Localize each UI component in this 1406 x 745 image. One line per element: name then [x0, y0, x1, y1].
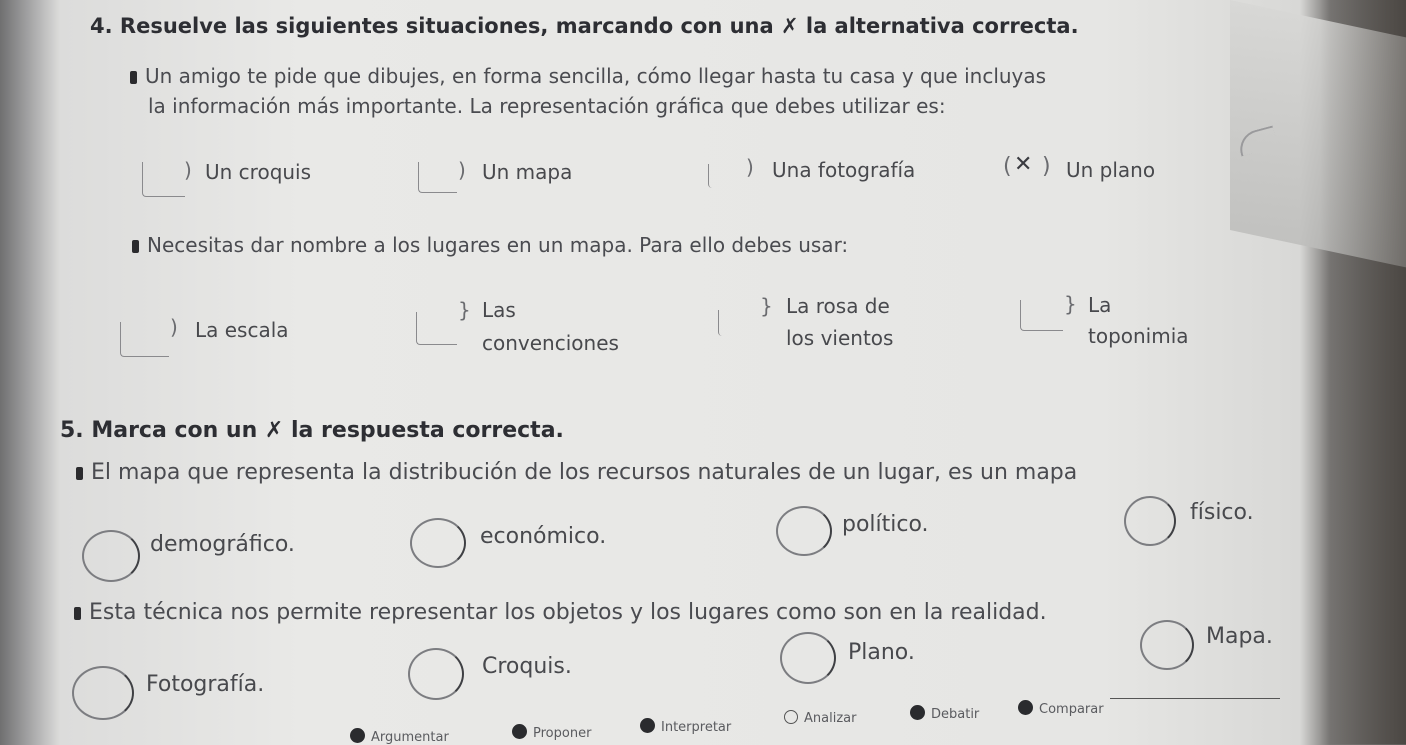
option-toponimia-line2: toponimia: [1088, 324, 1189, 348]
footer-skill-argumentar-label: Argumentar: [371, 730, 449, 745]
option-box-rosa[interactable]: [718, 310, 749, 336]
option-box-convenciones[interactable]: [416, 312, 457, 345]
option-box-escala-close: ): [170, 315, 178, 339]
bullet-icon: [132, 240, 139, 253]
option-box-mapa[interactable]: [418, 162, 457, 193]
section-4-q1-text-line2: la información más importante. La repres…: [148, 94, 946, 118]
section-5-heading: 5. Marca con un ✗ la respuesta correcta.: [60, 418, 564, 443]
skill-dot-icon: [784, 710, 798, 724]
option-mapa: Mapa.: [1206, 624, 1273, 649]
option-demografico: demográfico.: [150, 532, 295, 557]
section-4-q2-text: Necesitas dar nombre a los lugares en un…: [132, 233, 848, 257]
option-circle-mapa[interactable]: [1140, 620, 1194, 670]
option-fotografia: Fotografía.: [146, 672, 265, 697]
footer-skill-proponer: Proponer: [512, 724, 591, 741]
section-4-q2-text-content: Necesitas dar nombre a los lugares en un…: [147, 233, 849, 257]
option-box-toponimia-close: }: [1064, 292, 1077, 316]
option-economico: económico.: [480, 524, 607, 549]
option-circle-demografico[interactable]: [82, 530, 140, 582]
marked-x-icon: ✕: [1014, 152, 1033, 177]
section-5-q1-text: El mapa que representa la distribución d…: [76, 460, 1077, 485]
option-box-plano-close[interactable]: ): [1042, 154, 1051, 179]
option-box-escala[interactable]: [120, 322, 169, 357]
skill-dot-icon: [640, 718, 655, 733]
footer-skill-analizar: Analizar: [784, 710, 856, 726]
option-box-fotografia-close: ): [746, 155, 754, 179]
option-politico: político.: [842, 512, 929, 537]
section-4-q1-text-line1-content: Un amigo te pide que dibujes, en forma s…: [145, 64, 1047, 88]
option-rosa-line1: La rosa de: [786, 294, 890, 318]
option-plano: Plano.: [848, 640, 915, 665]
option-croquis: Croquis.: [482, 654, 572, 679]
option-box-toponimia[interactable]: [1020, 300, 1063, 331]
footer-skill-debatir: Debatir: [910, 705, 979, 722]
footer-skill-interpretar: Interpretar: [640, 718, 731, 735]
option-box-croquis-close: ): [184, 158, 192, 182]
footer-skill-interpretar-label: Interpretar: [661, 720, 732, 735]
section-5-q1-text-content: El mapa que representa la distribución d…: [91, 460, 1078, 485]
option-box-mapa-close: ): [458, 158, 466, 182]
option-un-croquis: Un croquis: [205, 160, 312, 184]
option-circle-fotografia[interactable]: [72, 666, 134, 720]
footer-skill-debatir-label: Debatir: [931, 707, 980, 722]
option-circle-croquis[interactable]: [408, 648, 464, 700]
option-un-plano: Un plano: [1066, 158, 1156, 182]
option-box-convenciones-close: }: [458, 298, 471, 322]
section-5-q2-text: Esta técnica nos permite representar los…: [74, 600, 1047, 625]
footer-divider: [1110, 698, 1280, 699]
option-las-convenciones-line2: convenciones: [482, 331, 619, 355]
section-4-heading: 4. Resuelve las siguientes situaciones, …: [90, 14, 1079, 38]
option-box-rosa-close: }: [760, 294, 773, 318]
skill-dot-icon: [350, 728, 365, 743]
footer-skill-analizar-label: Analizar: [804, 711, 857, 726]
option-toponimia-line1: La: [1088, 293, 1112, 317]
option-rosa-line2: los vientos: [786, 326, 894, 350]
option-box-croquis[interactable]: [142, 162, 185, 197]
skill-dot-icon: [512, 724, 527, 739]
option-circle-economico[interactable]: [410, 518, 466, 568]
page-edge-shadow: [1320, 0, 1406, 744]
footer-skill-proponer-label: Proponer: [533, 726, 592, 741]
option-box-fotografia[interactable]: [708, 164, 739, 188]
footer-skill-comparar: Comparar: [1018, 700, 1104, 717]
skill-dot-icon: [1018, 700, 1033, 715]
option-un-mapa: Un mapa: [482, 160, 573, 184]
option-fisico: físico.: [1190, 500, 1254, 525]
worksheet-page: 4. Resuelve las siguientes situaciones, …: [0, 0, 1406, 745]
option-circle-plano[interactable]: [780, 632, 836, 684]
section-5-q2-text-content: Esta técnica nos permite representar los…: [89, 600, 1047, 625]
option-box-plano-open: (: [1003, 154, 1012, 179]
footer-skill-comparar-label: Comparar: [1039, 702, 1104, 717]
option-una-fotografia: Una fotografía: [772, 158, 916, 182]
option-circle-politico[interactable]: [776, 506, 832, 556]
skill-dot-icon: [910, 705, 925, 720]
footer-skill-argumentar: Argumentar: [350, 728, 449, 745]
option-circle-fisico[interactable]: [1124, 496, 1176, 546]
option-la-escala: La escala: [195, 318, 289, 342]
section-4-q1-text-line1: Un amigo te pide que dibujes, en forma s…: [130, 64, 1046, 88]
bullet-icon: [74, 607, 81, 620]
bullet-icon: [76, 467, 83, 480]
option-las-convenciones-line1: Las: [482, 298, 516, 322]
bullet-icon: [130, 71, 137, 84]
